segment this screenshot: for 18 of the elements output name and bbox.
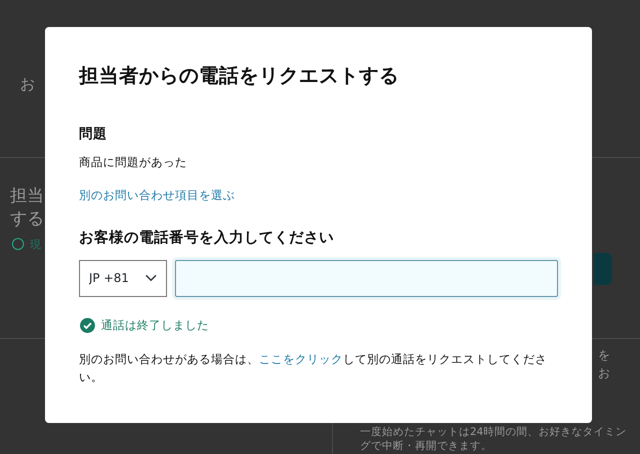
dialog-title: 担当者からの電話をリクエストする [79,63,400,88]
phone-input[interactable] [175,260,558,297]
request-call-link[interactable]: ここをクリック [259,352,343,366]
section-heading: お客様の電話番号を入力してください [79,228,335,248]
background-text: を [598,347,610,364]
check-icon [80,318,95,333]
info-icon [12,238,24,250]
background-note: 現 [30,237,41,254]
background-heading: 担当 [10,185,44,208]
background-info-text: 一度始めたチャットは24時間の間、お好きなタイミングで中断・再開できます。 [360,425,628,454]
issue-text: 商品に問題があった [79,154,188,171]
background-label: お [20,74,35,95]
change-issue-link[interactable]: 別のお問い合わせ項目を選ぶ [79,186,235,204]
status-text: 通話は終了しました [101,316,209,334]
footer-text: 別のお問い合わせがある場合は、ここをクリック して別の通話をリクエストしてください。 [79,350,548,386]
background-heading: する [10,208,44,231]
background-text: お [598,365,610,382]
section-heading: 問題 [79,125,108,144]
